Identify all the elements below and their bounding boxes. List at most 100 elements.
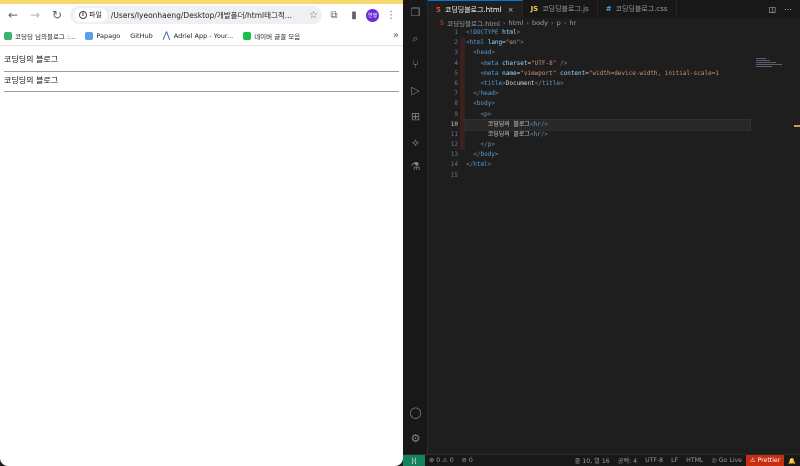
- line-number: 4: [454, 59, 458, 67]
- run-debug-icon[interactable]: ▷: [409, 84, 422, 97]
- warning-count: 0: [449, 457, 454, 464]
- indentation-status[interactable]: 공백: 4: [614, 456, 641, 465]
- line-number-gutter: 1 2 3 4 5 6 7 8 9 10 11 12 13 14 15: [428, 28, 458, 181]
- encoding-status[interactable]: UTF-8: [641, 457, 667, 464]
- notifications-bell-icon[interactable]: 🔔: [784, 457, 800, 465]
- tab-html[interactable]: 5 코딩딩블로그.html ×: [428, 0, 523, 18]
- line-number: 14: [450, 161, 458, 169]
- line-number: 9: [454, 110, 458, 118]
- settings-gear-icon[interactable]: ⚙: [409, 432, 422, 445]
- code-line: </head>: [473, 90, 499, 98]
- code-line: </p>: [480, 141, 495, 149]
- ports-status[interactable]: ⊘ 0: [458, 457, 477, 464]
- account-icon[interactable]: ◯: [409, 406, 422, 419]
- forward-button[interactable]: →: [26, 6, 44, 24]
- page-content: 코딩딩의 블로그 코딩딩의 블로그: [0, 54, 403, 92]
- status-bar: ⟩⟨ ⊗ 0 ⚠ 0 ⊘ 0 줄 10, 열 16 공백: 4 UTF-8 LF…: [403, 454, 800, 466]
- remote-explorer-icon[interactable]: ⟡: [409, 136, 422, 149]
- go-live-label: Go Live: [718, 457, 742, 464]
- arrow-left-icon: ←: [7, 8, 19, 22]
- tab-css[interactable]: # 코딩딩블로그.css: [598, 0, 677, 18]
- tab-actions: ◫ ⋯: [768, 0, 800, 18]
- indent-guide: [460, 38, 465, 150]
- line-number: 15: [450, 171, 458, 179]
- code-line: </body>: [473, 151, 499, 159]
- bookmark-item[interactable]: 네이버 글꼴 모음: [243, 31, 300, 41]
- code-line: <html lang="en">: [466, 39, 524, 47]
- bookmark-item[interactable]: GitHub: [130, 32, 153, 40]
- bookmark-star-icon[interactable]: ☆: [309, 10, 318, 21]
- breadcrumb-item[interactable]: html: [509, 19, 524, 27]
- site-info-chip[interactable]: i 파일: [74, 8, 107, 22]
- side-panel-icon[interactable]: ▮: [346, 7, 362, 23]
- minimap[interactable]: [756, 58, 786, 72]
- page-text-line: 코딩딩의 블로그: [4, 76, 59, 85]
- explorer-icon[interactable]: ❐: [409, 6, 422, 19]
- bookmark-label: 네이버 글꼴 모음: [254, 32, 301, 41]
- cursor-position[interactable]: 줄 10, 열 16: [571, 456, 614, 465]
- extensions-icon[interactable]: ⊞: [409, 110, 422, 123]
- line-number: 2: [454, 39, 458, 47]
- line-number: 1: [454, 29, 458, 36]
- back-button[interactable]: ←: [4, 6, 22, 24]
- chevron-right-icon: ›: [551, 19, 554, 27]
- extensions-icon[interactable]: ⧉: [326, 7, 342, 23]
- bookmark-item[interactable]: Papago: [85, 31, 120, 40]
- html-file-icon: 5: [440, 19, 445, 27]
- bookmark-item[interactable]: 코딩딩 님의블로그 :...: [4, 31, 75, 41]
- prettier-button[interactable]: ⚠ Prettier: [745, 454, 785, 466]
- breadcrumb-item[interactable]: 코딩딩블로그.html: [447, 18, 500, 28]
- profile-avatar[interactable]: 연행: [366, 8, 379, 22]
- minimap-line: [756, 60, 770, 61]
- search-icon[interactable]: ⌕: [409, 32, 422, 45]
- tab-js[interactable]: JS 코딩딩블로그.js: [523, 0, 598, 18]
- problems-status[interactable]: ⊗ 0 ⚠ 0: [425, 457, 458, 464]
- split-editor-icon[interactable]: ◫: [768, 5, 776, 14]
- horizontal-rule: [4, 71, 399, 72]
- code-lines[interactable]: <!DOCTYPE html> <html lang="en"> <head> …: [465, 28, 751, 181]
- tab-label: 코딩딩블로그.html: [444, 5, 502, 14]
- go-live-button[interactable]: ◎ Go Live: [707, 457, 746, 464]
- close-icon[interactable]: ×: [508, 6, 514, 14]
- eol-status[interactable]: LF: [667, 457, 682, 464]
- line-number: 12: [450, 141, 458, 149]
- line-number: 8: [454, 100, 458, 108]
- tab-label: 코딩딩블로그.js: [542, 5, 589, 13]
- url-text[interactable]: /Users/lyeonhaeng/Desktop/개발폴더/html태그적..…: [111, 10, 305, 21]
- blog-favicon-icon: [4, 31, 12, 40]
- browser-toolbar: ← → ↻ i 파일 /Users/lyeonhaeng/Desktop/개발폴…: [0, 4, 403, 26]
- warning-icon: ⚠: [749, 457, 756, 464]
- breadcrumb-item[interactable]: body: [532, 19, 548, 27]
- testing-icon[interactable]: ⚗: [409, 160, 422, 173]
- papago-favicon-icon: [85, 31, 94, 40]
- chevron-right-icon: ›: [563, 19, 567, 27]
- code-editor[interactable]: 1 2 3 4 5 6 7 8 9 10 11 12 13 14 15 <!DO…: [428, 28, 800, 454]
- address-bar[interactable]: i 파일 /Users/lyeonhaeng/Desktop/개발폴더/html…: [70, 6, 322, 24]
- bookmarks-overflow-icon[interactable]: »: [393, 30, 399, 41]
- remote-indicator-icon[interactable]: ⟩⟨: [403, 454, 425, 466]
- vscode-window: ❐ ⌕ ⑂ ▷ ⊞ ⟡ ⚗ ◯ ⚙ 5 코딩딩블로그.html × JS 코딩딩…: [403, 0, 800, 466]
- js-file-icon: JS: [530, 5, 539, 13]
- language-mode[interactable]: HTML: [682, 457, 707, 464]
- bookmark-label: Adriel App - Your...: [173, 31, 234, 40]
- editor-tabs: 5 코딩딩블로그.html × JS 코딩딩블로그.js # 코딩딩블로그.cs…: [428, 0, 800, 18]
- source-control-icon[interactable]: ⑂: [409, 58, 422, 71]
- bookmark-label: GitHub: [130, 31, 153, 40]
- breadcrumb-item[interactable]: p: [557, 19, 561, 27]
- more-icon[interactable]: ⋯: [784, 5, 792, 14]
- menu-kebab-icon[interactable]: ⋮: [383, 7, 399, 23]
- code-line: <p>: [480, 110, 492, 118]
- broadcast-icon: ⊘: [461, 457, 467, 464]
- minimap-line: [756, 58, 766, 59]
- code-line-current: 코딩딩의 블로그<hr/>: [465, 118, 751, 131]
- minimap-line: [756, 62, 776, 63]
- breadcrumb-item[interactable]: hr: [569, 19, 576, 27]
- reload-button[interactable]: ↻: [48, 6, 66, 24]
- reload-icon: ↻: [51, 8, 63, 22]
- code-line: <title>Document</title>: [480, 79, 564, 87]
- code-line: <head>: [473, 49, 495, 57]
- bookmark-item[interactable]: ⋀ Adriel App - Your...: [163, 31, 234, 40]
- line-number: 11: [450, 130, 458, 138]
- bookmarks-bar: 코딩딩 님의블로그 :... Papago GitHub ⋀ Adriel Ap…: [0, 26, 403, 46]
- chevron-right-icon: ›: [526, 19, 529, 27]
